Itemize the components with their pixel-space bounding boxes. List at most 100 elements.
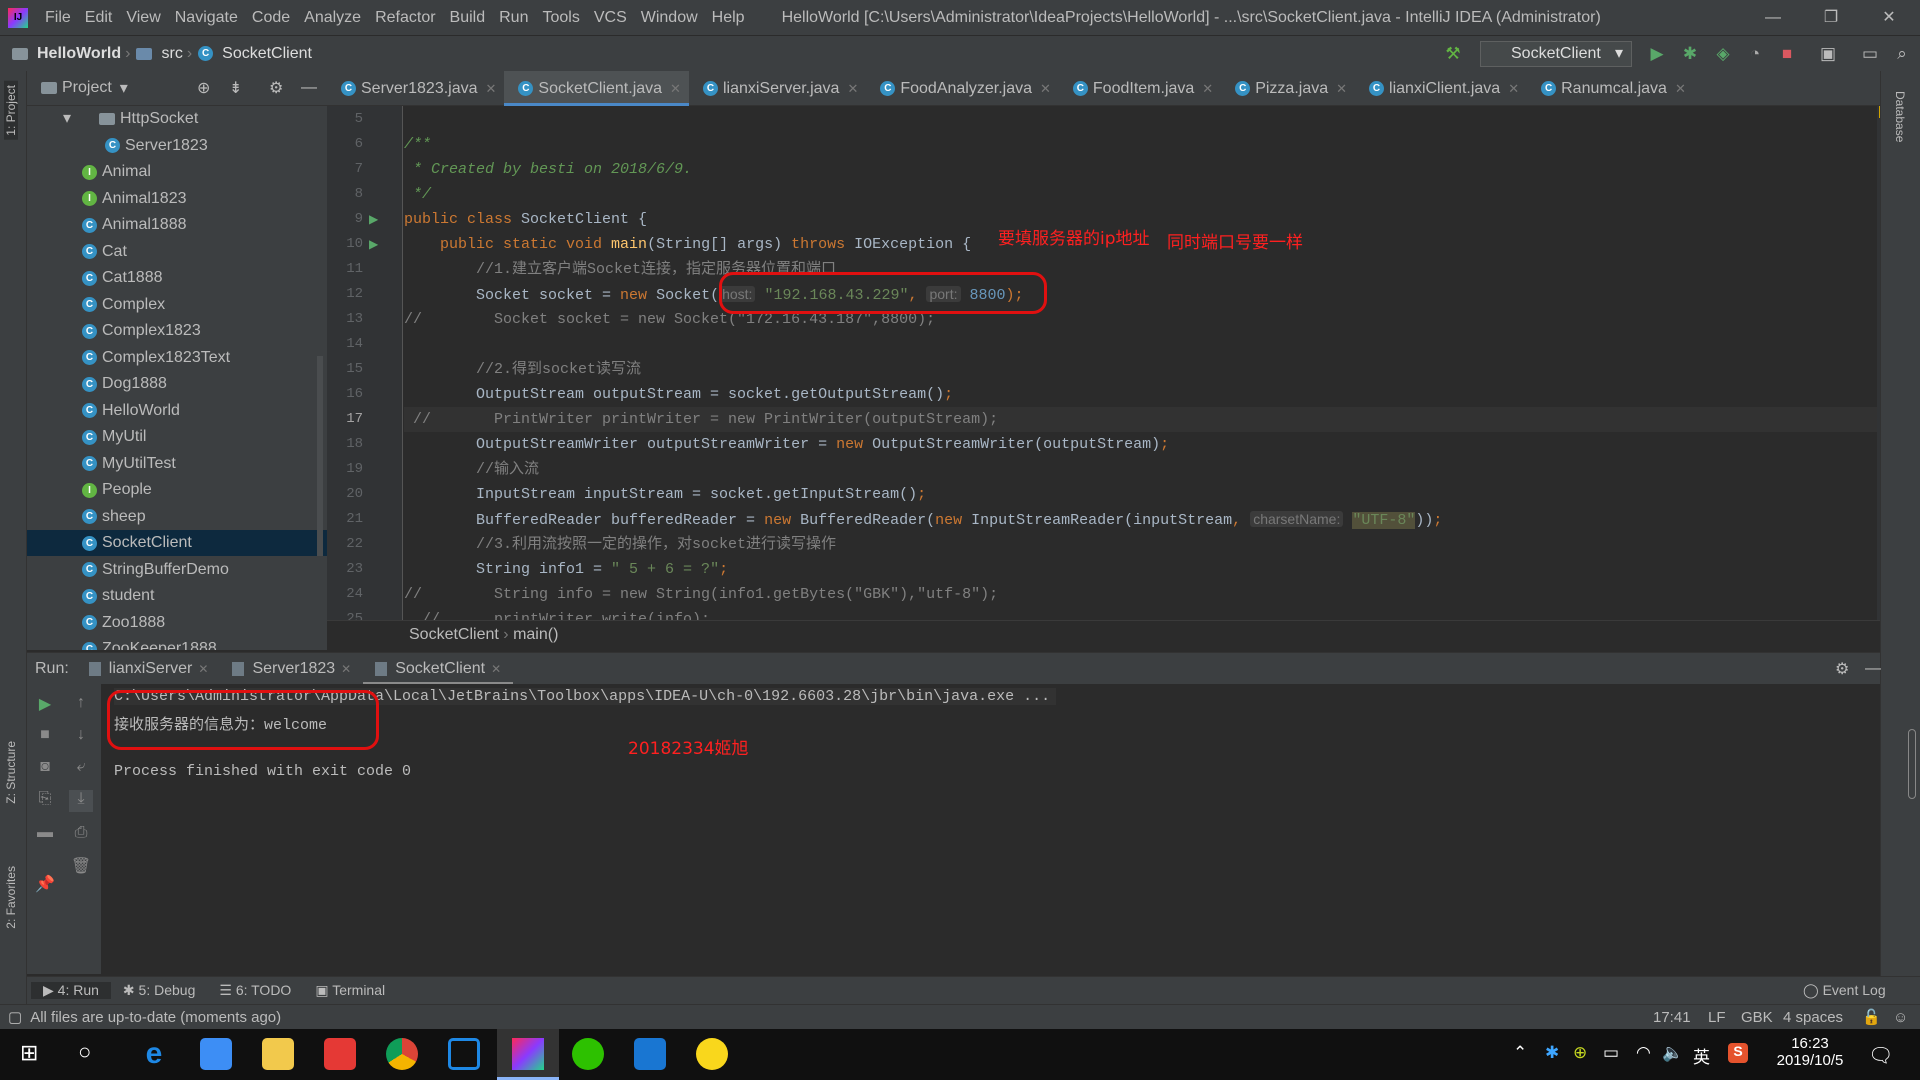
intellij-taskbar-button[interactable]	[497, 1029, 559, 1080]
app-icon[interactable]	[634, 1038, 666, 1070]
breadcrumb-method[interactable]: main()	[513, 626, 558, 643]
hide-icon[interactable]: —	[1865, 660, 1881, 678]
debug-icon[interactable]: ✱	[1680, 44, 1700, 64]
gear-icon[interactable]: ⚙	[1835, 659, 1849, 679]
tree-item[interactable]: C Cat	[27, 239, 327, 265]
app-icon[interactable]	[448, 1038, 480, 1070]
code-editor[interactable]: 5 6 7 8 9 ▶ 10 ▶ 11 12 13 14 15 16 17 18 19 20 21 22 23 24 25 …	[327, 106, 1880, 620]
close-tab-icon[interactable]: ✕	[1336, 81, 1347, 97]
todo-tool-tab[interactable]: ☰ 6: TODO	[207, 982, 303, 999]
tab-fooditem[interactable]: C FoodItem.java ✕	[1059, 71, 1221, 106]
close-tab-icon[interactable]: ✕	[670, 81, 681, 97]
run-tab-server1823[interactable]: Server1823 ✕	[220, 653, 363, 685]
coverage-icon[interactable]: ◈	[1713, 44, 1733, 64]
tree-item[interactable]: C ZooKeeper1888	[27, 636, 327, 650]
run-icon[interactable]: ▶	[1647, 44, 1667, 64]
nav-crumb-src[interactable]: src	[161, 45, 182, 63]
notification-icon[interactable]: 🗨	[1868, 1043, 1893, 1068]
event-log-button[interactable]: ◯ Event Log	[1791, 982, 1898, 999]
volume-icon[interactable]: 🔈	[1662, 1043, 1683, 1063]
project-tool-button[interactable]: 1: Project	[4, 81, 18, 140]
database-tool-button[interactable]: Database	[1893, 91, 1907, 142]
layout-icon[interactable]: ▬	[33, 824, 57, 846]
run-tool-tab[interactable]: ▶ 4: Run	[31, 982, 111, 999]
nav-crumb-file[interactable]: SocketClient	[222, 45, 312, 63]
tree-item[interactable]: C Animal1888	[27, 212, 327, 238]
tree-item[interactable]: C Complex1823Text	[27, 345, 327, 371]
lock-icon[interactable]: 🔓	[1862, 1008, 1881, 1026]
favorites-tool-button[interactable]: 2: Favorites	[4, 866, 18, 929]
run-config-select[interactable]: SocketClient ▾	[1480, 41, 1632, 67]
tree-item[interactable]: C Complex1823	[27, 318, 327, 344]
tray-app-icon[interactable]: ✱	[1545, 1043, 1559, 1063]
tray-360-icon[interactable]: ⊕	[1573, 1043, 1587, 1063]
app-icon[interactable]	[200, 1038, 232, 1070]
menu-code[interactable]: Code	[245, 9, 297, 27]
menu-vcs[interactable]: VCS	[587, 9, 634, 27]
tree-item[interactable]: I Animal1823	[27, 186, 327, 212]
search-icon[interactable]: ⌕	[1892, 44, 1912, 64]
scroll-to-end-icon[interactable]: ⤓	[69, 790, 93, 812]
menu-tools[interactable]: Tools	[535, 9, 586, 27]
tree-item[interactable]: C HelloWorld	[27, 398, 327, 424]
menu-refactor[interactable]: Refactor	[368, 9, 442, 27]
close-tab-icon[interactable]: ✕	[198, 662, 208, 676]
run-tab-socketclient[interactable]: SocketClient ✕	[363, 653, 514, 685]
tree-item[interactable]: ▾ HttpSocket	[27, 106, 327, 132]
terminal-tool-tab[interactable]: ▣ Terminal	[303, 982, 397, 999]
line-separator[interactable]: LF	[1708, 1009, 1726, 1026]
menu-run[interactable]: Run	[492, 9, 535, 27]
nav-crumb-project[interactable]: HelloWorld	[37, 45, 121, 63]
chrome-icon[interactable]	[386, 1038, 418, 1070]
tab-pizza[interactable]: C Pizza.java ✕	[1221, 71, 1355, 106]
gear-icon[interactable]: ⚙	[269, 78, 283, 98]
caret-position[interactable]: 17:41	[1653, 1009, 1691, 1026]
rerun-icon[interactable]: ▶	[33, 694, 57, 716]
console-scrollbar[interactable]	[1908, 729, 1916, 799]
menu-analyze[interactable]: Analyze	[297, 9, 368, 27]
status-toggle-icon[interactable]: ▢	[8, 1008, 22, 1026]
tree-item[interactable]: I People	[27, 477, 327, 503]
close-tab-icon[interactable]: ✕	[1202, 81, 1213, 97]
close-tab-icon[interactable]: ✕	[486, 81, 497, 97]
run-gutter-icon[interactable]: ▶	[369, 212, 378, 226]
menu-view[interactable]: View	[119, 9, 167, 27]
wifi-icon[interactable]: ◠	[1636, 1043, 1651, 1063]
file-explorer-icon[interactable]	[262, 1038, 294, 1070]
expand-arrow-icon[interactable]: ▾	[63, 106, 71, 132]
cortana-icon[interactable]: ○	[78, 1039, 91, 1065]
close-tab-icon[interactable]: ✕	[341, 662, 351, 676]
tree-item[interactable]: C Cat1888	[27, 265, 327, 291]
tree-item[interactable]: C SocketClient	[27, 530, 327, 556]
clock[interactable]: 16:23 2019/10/5	[1770, 1035, 1850, 1069]
build-hammer-icon[interactable]: ⚒	[1443, 44, 1463, 64]
tab-ranumcal[interactable]: C Ranumcal.java ✕	[1527, 71, 1694, 106]
windows-start-icon[interactable]: ⊞	[20, 1040, 38, 1066]
close-tab-icon[interactable]: ✕	[1508, 81, 1519, 97]
edge-icon[interactable]: e	[138, 1038, 170, 1070]
run-tab-lianxiserver[interactable]: lianxiServer ✕	[77, 653, 221, 685]
tree-item[interactable]: C MyUtil	[27, 424, 327, 450]
battery-icon[interactable]: ▭	[1603, 1043, 1619, 1063]
restore-button[interactable]: ❐	[1802, 0, 1860, 35]
tab-foodanalyzer[interactable]: C FoodAnalyzer.java ✕	[866, 71, 1059, 106]
layout-icon[interactable]: ▭	[1860, 44, 1880, 64]
tree-item[interactable]: C Dog1888	[27, 371, 327, 397]
ime-indicator[interactable]: 英	[1693, 1043, 1710, 1068]
up-arrow-icon[interactable]: ↑	[69, 694, 93, 716]
run-console[interactable]: C:\Users\Administrator\AppData\Local\Jet…	[101, 684, 1916, 974]
minimize-button[interactable]: —	[1744, 0, 1802, 35]
menu-file[interactable]: File	[38, 9, 78, 27]
project-view-select[interactable]: Project	[62, 79, 112, 97]
menu-build[interactable]: Build	[443, 9, 493, 27]
hide-icon[interactable]: —	[301, 79, 317, 97]
profile-icon[interactable]: ◔	[1745, 44, 1765, 64]
menu-navigate[interactable]: Navigate	[168, 9, 245, 27]
tab-lianxiclient[interactable]: ClianxiClient.java ✕	[1355, 71, 1527, 106]
indent-setting[interactable]: 4 spaces	[1783, 1009, 1843, 1026]
collapse-icon[interactable]: ⇟	[229, 78, 242, 98]
app-icon[interactable]	[696, 1038, 728, 1070]
tab-lianxiserver[interactable]: ClianxiServer.java ✕	[689, 71, 866, 106]
menu-window[interactable]: Window	[634, 9, 705, 27]
camera-icon[interactable]: ◙	[33, 758, 57, 780]
